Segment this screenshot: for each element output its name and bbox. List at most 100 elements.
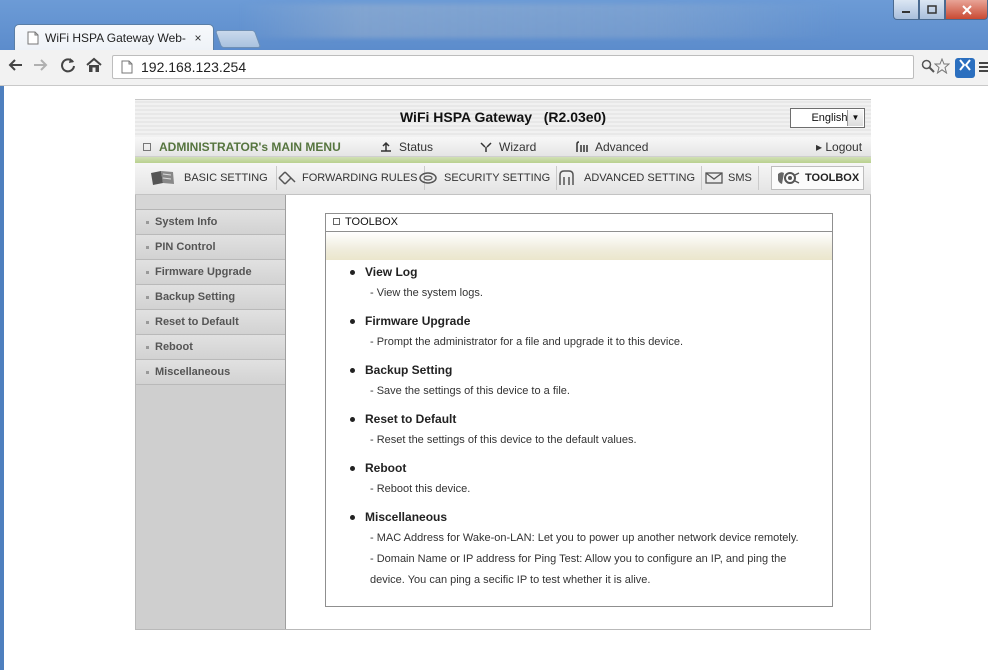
maximize-button[interactable] bbox=[919, 0, 945, 20]
status-menu-label: Status bbox=[399, 140, 434, 154]
reload-icon bbox=[61, 58, 75, 73]
description-line: - View the system logs. bbox=[370, 287, 483, 299]
bullet-icon bbox=[350, 269, 355, 275]
tab-security-setting[interactable]: SECURITY SETTING bbox=[413, 166, 558, 190]
browser-toolbar: 192.168.123.254 bbox=[0, 50, 988, 86]
router-title: WiFi HSPA Gateway (R2.03e0) bbox=[399, 109, 607, 125]
page-viewport: WiFi HSPA Gateway (R2.03e0) English ▼ AD… bbox=[4, 86, 988, 670]
category-tabs: BASIC SETTING FORWARDING RULES SECURITY … bbox=[135, 163, 871, 195]
back-button[interactable] bbox=[6, 57, 26, 77]
sidebar-item-reboot[interactable]: Reboot bbox=[136, 335, 285, 360]
tab-sms[interactable]: SMS bbox=[701, 166, 759, 190]
entry-description: - Reboot this device. bbox=[350, 479, 832, 500]
browser-menu-button[interactable] bbox=[975, 58, 988, 78]
wizard-menu-link[interactable]: Wizard bbox=[479, 140, 536, 154]
minimize-icon bbox=[902, 10, 910, 13]
tab-sms-label: SMS bbox=[728, 172, 752, 184]
entry-title-text: Firmware Upgrade bbox=[365, 314, 471, 328]
close-icon bbox=[961, 4, 972, 15]
entry-miscellaneous: Miscellaneous - MAC Address for Wake-on-… bbox=[350, 510, 832, 591]
entry-title-text: Miscellaneous bbox=[365, 510, 448, 524]
status-menu-link[interactable]: Status bbox=[379, 140, 433, 154]
bullet-icon bbox=[146, 320, 149, 324]
panel-header: TOOLBOX bbox=[326, 214, 832, 232]
description-line: - Reset the settings of this device to t… bbox=[370, 434, 637, 446]
entry-description: - Reset the settings of this device to t… bbox=[350, 430, 832, 451]
entry-title: Reset to Default bbox=[350, 412, 832, 426]
admin-main-menu-label: ADMINISTRATOR's MAIN MENU bbox=[159, 140, 341, 154]
close-window-button[interactable] bbox=[945, 0, 988, 20]
advanced-icon bbox=[576, 141, 588, 152]
entry-view-log: View Log - View the system logs. bbox=[350, 265, 832, 304]
tab-close-icon[interactable]: × bbox=[191, 31, 205, 45]
arrow-right-icon bbox=[34, 59, 48, 71]
sidebar-item-pin-control[interactable]: PIN Control bbox=[136, 235, 285, 260]
toolbox-sidebar: System Info PIN Control Firmware Upgrade… bbox=[136, 195, 286, 629]
tab-security-setting-label: SECURITY SETTING bbox=[444, 172, 551, 184]
router-header: WiFi HSPA Gateway (R2.03e0) English ▼ bbox=[135, 99, 871, 137]
tab-advanced-setting-label: ADVANCED SETTING bbox=[584, 172, 696, 184]
sidebar-item-reset-to-default[interactable]: Reset to Default bbox=[136, 310, 285, 335]
maximize-icon bbox=[927, 5, 937, 14]
panel-header-gradient bbox=[326, 232, 832, 260]
sidebar-item-label: Reboot bbox=[155, 341, 193, 353]
extension-button[interactable] bbox=[955, 58, 975, 78]
home-button[interactable] bbox=[84, 57, 104, 77]
description-line: - MAC Address for Wake-on-LAN: Let you t… bbox=[370, 532, 799, 544]
entry-backup-setting: Backup Setting - Save the settings of th… bbox=[350, 363, 832, 402]
language-select[interactable]: English ▼ bbox=[790, 108, 865, 128]
forward-button[interactable] bbox=[30, 57, 50, 77]
wizard-icon bbox=[480, 142, 492, 152]
bullet-icon bbox=[350, 416, 355, 422]
window-titlebar: WiFi HSPA Gateway Web- × bbox=[0, 0, 988, 50]
router-admin-ui: WiFi HSPA Gateway (R2.03e0) English ▼ AD… bbox=[135, 99, 871, 630]
logout-link[interactable]: ▸ Logout bbox=[816, 140, 862, 154]
sidebar-item-firmware-upgrade[interactable]: Firmware Upgrade bbox=[136, 260, 285, 285]
advanced-setting-icon bbox=[559, 170, 574, 185]
page-icon bbox=[121, 60, 133, 74]
entry-description: - Prompt the administrator for a file an… bbox=[350, 332, 832, 353]
sidebar-item-label: Miscellaneous bbox=[155, 366, 231, 378]
sidebar-spacer bbox=[136, 195, 285, 210]
entry-title: Backup Setting bbox=[350, 363, 832, 377]
dropdown-arrow-icon: ▼ bbox=[847, 110, 863, 126]
reload-button[interactable] bbox=[58, 57, 78, 77]
sidebar-item-miscellaneous[interactable]: Miscellaneous bbox=[136, 360, 285, 385]
content-area: System Info PIN Control Firmware Upgrade… bbox=[135, 195, 871, 630]
star-icon bbox=[933, 57, 951, 75]
toolbox-panel: TOOLBOX View Log - View the system logs.… bbox=[325, 213, 833, 607]
bullet-icon bbox=[146, 220, 149, 224]
advanced-menu-label: Advanced bbox=[595, 140, 649, 154]
entry-title: Miscellaneous bbox=[350, 510, 832, 524]
sidebar-item-label: Firmware Upgrade bbox=[155, 266, 252, 278]
wizard-menu-label: Wizard bbox=[499, 140, 537, 154]
security-icon bbox=[419, 172, 437, 184]
entry-title-text: Reboot bbox=[365, 461, 407, 475]
tab-advanced-setting[interactable]: ADVANCED SETTING bbox=[553, 166, 703, 190]
tab-forwarding-rules[interactable]: FORWARDING RULES bbox=[273, 166, 425, 190]
admin-main-menu-link[interactable]: ADMINISTRATOR's MAIN MENU bbox=[143, 140, 341, 154]
tab-basic-setting[interactable]: BASIC SETTING bbox=[145, 166, 277, 190]
panel-title: TOOLBOX bbox=[345, 216, 398, 228]
entry-title: View Log bbox=[350, 265, 832, 279]
new-tab-button[interactable] bbox=[214, 30, 262, 48]
bullet-icon bbox=[350, 514, 355, 520]
tab-basic-setting-label: BASIC SETTING bbox=[184, 172, 268, 184]
entry-reboot: Reboot - Reboot this device. bbox=[350, 461, 832, 500]
minimize-button[interactable] bbox=[893, 0, 919, 20]
entry-title-text: View Log bbox=[365, 265, 418, 279]
language-value: English bbox=[811, 112, 848, 124]
address-bar[interactable]: 192.168.123.254 bbox=[112, 55, 914, 79]
description-line: device. You can ping a secific IP to tes… bbox=[370, 574, 651, 586]
browser-tab[interactable]: WiFi HSPA Gateway Web- × bbox=[14, 24, 214, 50]
advanced-menu-link[interactable]: Advanced bbox=[575, 140, 648, 154]
bullet-icon bbox=[350, 465, 355, 471]
bullet-icon bbox=[146, 345, 149, 349]
bookmark-button[interactable] bbox=[932, 57, 952, 78]
forwarding-icon bbox=[278, 171, 296, 185]
tab-toolbox[interactable]: TOOLBOX bbox=[771, 166, 865, 190]
sidebar-item-system-info[interactable]: System Info bbox=[136, 210, 285, 235]
sidebar-item-backup-setting[interactable]: Backup Setting bbox=[136, 285, 285, 310]
sidebar-item-label: System Info bbox=[155, 216, 218, 228]
sidebar-item-label: PIN Control bbox=[155, 241, 216, 253]
